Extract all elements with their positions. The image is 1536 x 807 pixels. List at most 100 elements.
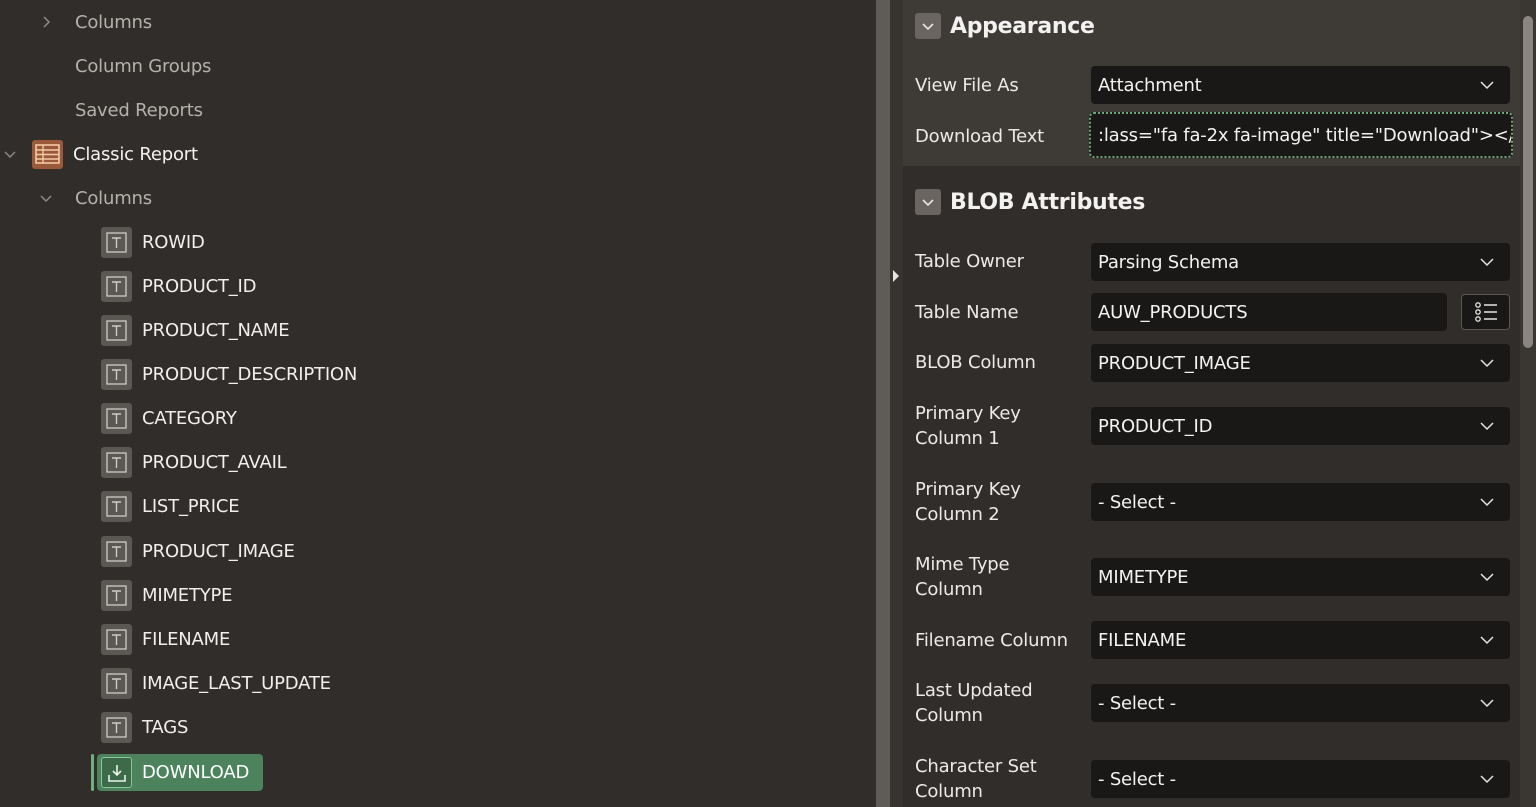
- primary-key-column-2-select[interactable]: - Select -: [1091, 483, 1510, 521]
- tree-item-column[interactable]: PRODUCT_DESCRIPTION: [101, 354, 357, 394]
- blob-attributes-section-header[interactable]: BLOB Attributes: [903, 176, 1520, 228]
- chevron-down-icon: [1480, 570, 1494, 584]
- tree-item-column[interactable]: LIST_PRICE: [101, 486, 240, 526]
- table-owner-select[interactable]: Parsing Schema: [1091, 243, 1510, 281]
- text-column-icon: [101, 535, 132, 567]
- panel-splitter[interactable]: [876, 0, 890, 807]
- table-name-input[interactable]: AUW_PRODUCTS: [1091, 293, 1447, 331]
- select-value: PRODUCT_ID: [1098, 415, 1213, 437]
- tree-item-column[interactable]: PRODUCT_ID: [101, 266, 257, 306]
- tree-item-label: MIMETYPE: [142, 584, 233, 606]
- tree-item-column[interactable]: IMAGE_LAST_UPDATE: [101, 663, 331, 703]
- table-name-label: Table Name: [915, 302, 1019, 323]
- tree-item-download-selected[interactable]: DOWNLOAD: [97, 754, 264, 791]
- section-title: BLOB Attributes: [950, 189, 1146, 215]
- filename-column-label: Filename Column: [915, 630, 1068, 651]
- tree-item-label: TAGS: [142, 716, 189, 738]
- tree-node-label: Saved Reports: [75, 99, 203, 121]
- property-editor: Appearance View File As Attachment Downl…: [903, 0, 1520, 807]
- tree-node-classic-report[interactable]: Classic Report: [4, 134, 198, 174]
- list-of-values-button[interactable]: [1461, 294, 1510, 330]
- text-column-icon: [101, 358, 132, 390]
- caret-right-icon[interactable]: [892, 269, 900, 283]
- tree-node-column-groups[interactable]: Column Groups: [75, 46, 211, 86]
- primary-key-column-1-label: Primary Key Column 1: [915, 401, 1021, 451]
- chevron-down-icon[interactable]: [4, 148, 16, 160]
- tree-item-column[interactable]: PRODUCT_NAME: [101, 310, 290, 350]
- tree-item-label: PRODUCT_ID: [142, 275, 257, 297]
- input-value: :lass="fa fa-2x fa-image" title="Downloa…: [1098, 124, 1513, 146]
- last-updated-column-select[interactable]: - Select -: [1091, 684, 1510, 722]
- scrollbar-thumb[interactable]: [1523, 16, 1533, 348]
- text-column-icon: [101, 446, 132, 478]
- chevron-down-icon[interactable]: [40, 192, 52, 204]
- label-line: Last Updated: [915, 680, 1033, 701]
- chevron-right-icon[interactable]: [40, 16, 52, 28]
- collapse-toggle-icon[interactable]: [915, 189, 941, 215]
- text-column-icon: [101, 667, 132, 699]
- blob-column-select[interactable]: PRODUCT_IMAGE: [1091, 344, 1510, 382]
- tree-node-label: Columns: [75, 11, 152, 33]
- label-line: Character Set: [915, 756, 1037, 777]
- tree-item-label: LIST_PRICE: [142, 495, 240, 517]
- primary-key-column-2-label: Primary Key Column 2: [915, 477, 1021, 527]
- select-value: FILENAME: [1098, 629, 1187, 651]
- select-value: - Select -: [1098, 692, 1176, 714]
- tree-item-column[interactable]: ROWID: [101, 222, 205, 262]
- tree-item-label: IMAGE_LAST_UPDATE: [142, 672, 331, 694]
- appearance-section-header[interactable]: Appearance: [903, 0, 1520, 52]
- filename-column-select[interactable]: FILENAME: [1091, 621, 1510, 659]
- select-value: - Select -: [1098, 491, 1176, 513]
- mime-type-column-select[interactable]: MIMETYPE: [1091, 558, 1510, 596]
- select-value: MIMETYPE: [1098, 566, 1189, 588]
- input-value: AUW_PRODUCTS: [1098, 301, 1248, 323]
- tree-item-label: PRODUCT_DESCRIPTION: [142, 363, 358, 385]
- chevron-down-icon: [1480, 696, 1494, 710]
- label-line: Column 1: [915, 428, 1000, 449]
- tree-item-column[interactable]: FILENAME: [101, 619, 230, 659]
- tree-item-column[interactable]: MIMETYPE: [101, 575, 233, 615]
- selection-indicator: [91, 754, 94, 791]
- primary-key-column-1-select[interactable]: PRODUCT_ID: [1091, 407, 1510, 445]
- collapse-toggle-icon[interactable]: [915, 13, 941, 39]
- text-column-icon: [101, 226, 132, 258]
- label-line: Column: [915, 781, 983, 802]
- splitter-gutter: [890, 0, 903, 807]
- table-owner-label: Table Owner: [915, 251, 1024, 272]
- tree-item-column[interactable]: PRODUCT_AVAIL: [101, 442, 287, 482]
- list-icon: [1474, 302, 1497, 322]
- mime-type-column-label: Mime Type Column: [915, 552, 1010, 602]
- tree-item-column[interactable]: PRODUCT_IMAGE: [101, 531, 295, 571]
- chevron-down-icon: [1480, 495, 1494, 509]
- component-tree: Columns Column Groups Saved Reports Clas…: [0, 0, 876, 807]
- select-value: PRODUCT_IMAGE: [1098, 352, 1251, 374]
- view-file-as-select[interactable]: Attachment: [1091, 66, 1510, 104]
- download-text-label: Download Text: [915, 126, 1044, 147]
- character-set-column-select[interactable]: - Select -: [1091, 760, 1510, 798]
- tree-node-label: Columns: [75, 187, 152, 209]
- tree-item-label: PRODUCT_AVAIL: [142, 451, 287, 473]
- label-line: Primary Key: [915, 403, 1021, 424]
- section-title: Appearance: [950, 13, 1095, 39]
- tree-item-column[interactable]: CATEGORY: [101, 398, 237, 438]
- tree-node-columns-expanded[interactable]: Columns: [40, 178, 152, 218]
- tree-node-saved-reports[interactable]: Saved Reports: [75, 90, 203, 130]
- blob-column-label: BLOB Column: [915, 352, 1036, 373]
- chevron-down-icon: [1480, 356, 1494, 370]
- select-value: Parsing Schema: [1098, 251, 1239, 273]
- tree-item-label: CATEGORY: [142, 407, 237, 429]
- text-column-icon: [101, 711, 132, 743]
- last-updated-column-label: Last Updated Column: [915, 678, 1033, 728]
- tree-item-column[interactable]: TAGS: [101, 707, 188, 747]
- label-line: Column: [915, 579, 983, 600]
- tree-node-label: Column Groups: [75, 55, 212, 77]
- download-icon: [101, 757, 132, 788]
- select-value: Attachment: [1098, 74, 1202, 96]
- chevron-down-icon: [1480, 772, 1494, 786]
- download-text-input[interactable]: :lass="fa fa-2x fa-image" title="Downloa…: [1089, 112, 1513, 158]
- select-value: - Select -: [1098, 768, 1176, 790]
- tree-node-columns-collapsed[interactable]: Columns: [40, 2, 152, 42]
- text-column-icon: [101, 490, 132, 522]
- chevron-down-icon: [1480, 419, 1494, 433]
- text-column-icon: [101, 579, 132, 611]
